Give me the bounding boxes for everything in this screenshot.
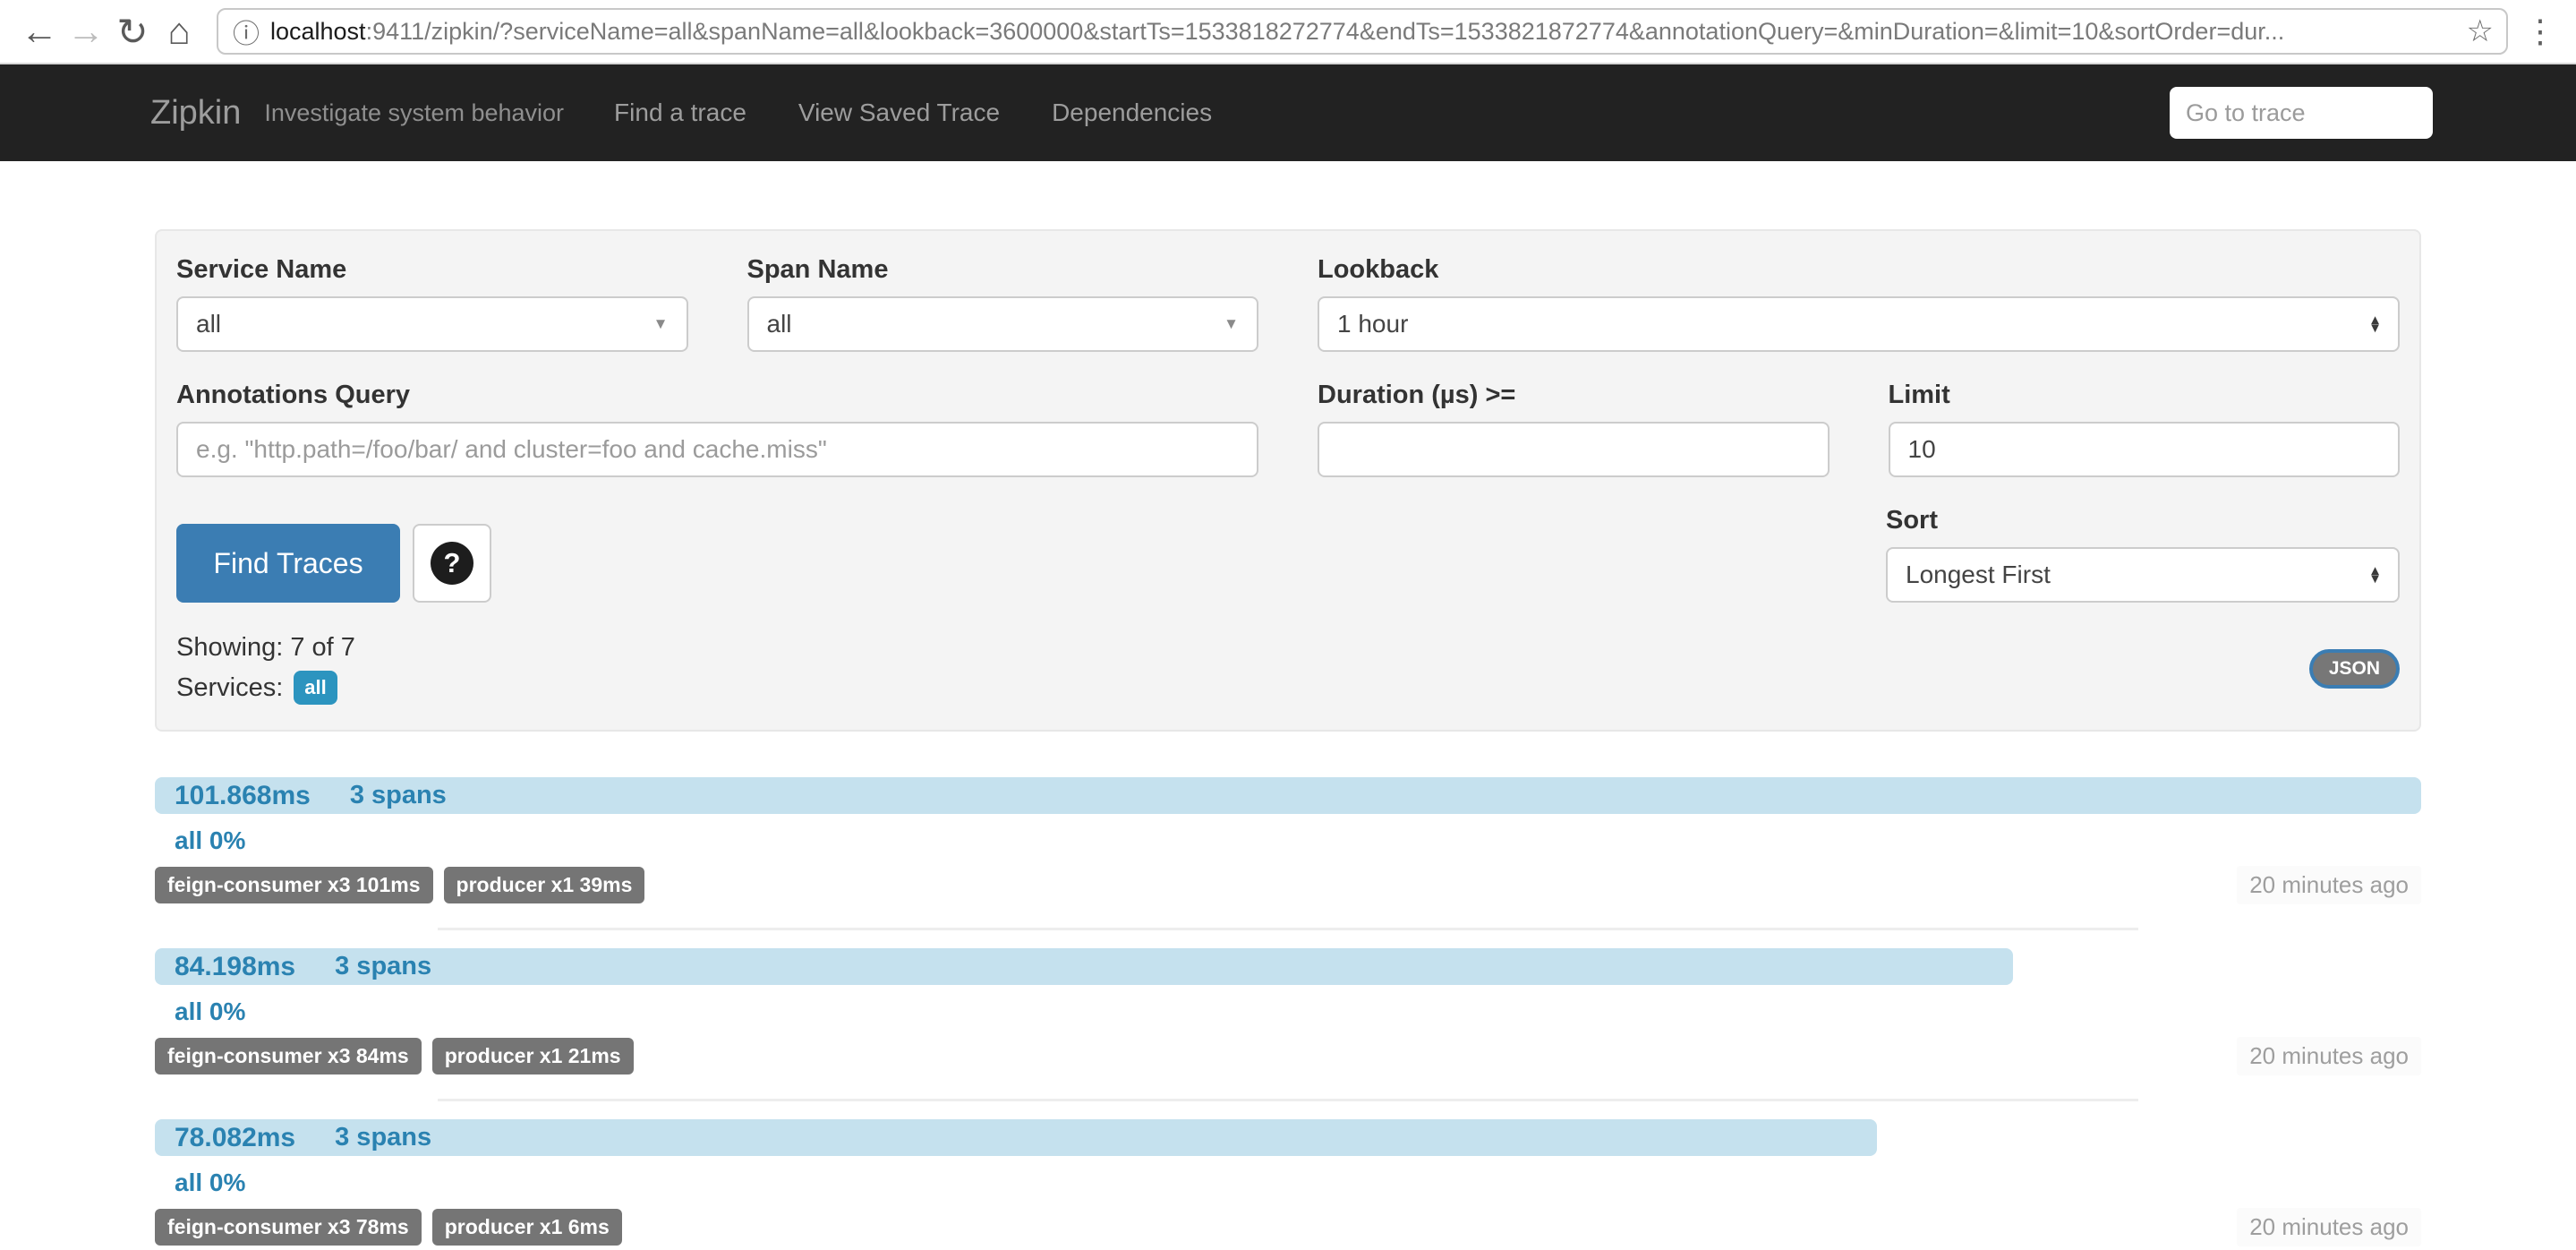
lookback-field: Lookback 1 hour ▲▼ — [1318, 255, 2400, 352]
service-name-value: all — [196, 310, 221, 338]
trace-service-percent: all 0% — [155, 826, 2421, 855]
search-panel: Service Name all ▼ Span Name all ▼ Lookb… — [155, 229, 2421, 732]
address-bar[interactable]: ⓘ localhost:9411/zipkin/?serviceName=all… — [217, 8, 2508, 55]
limit-label: Limit — [1889, 381, 2401, 410]
span-name-select[interactable]: all ▼ — [747, 296, 1259, 352]
site-info-icon[interactable]: ⓘ — [233, 12, 260, 51]
forward-icon[interactable]: → — [63, 10, 109, 53]
trace-duration-bar: 101.868ms 3 spans — [155, 777, 2421, 814]
reload-icon[interactable]: ↻ — [109, 10, 156, 54]
duration-input[interactable] — [1318, 422, 1830, 477]
json-button[interactable]: JSON — [2309, 649, 2400, 689]
trace-span-count: 3 spans — [350, 781, 447, 810]
home-icon[interactable]: ⌂ — [156, 10, 202, 53]
zipkin-brand[interactable]: Zipkin — [150, 94, 241, 133]
trace-duration-bar: 84.198ms 3 spans — [155, 948, 2013, 985]
lookback-select[interactable]: 1 hour ▲▼ — [1318, 296, 2400, 352]
lookback-value: 1 hour — [1337, 310, 1408, 338]
trace-list: 101.868ms 3 spans all 0% feign-consumer … — [155, 759, 2421, 1250]
service-tag: producer x1 39ms — [444, 867, 645, 903]
span-name-label: Span Name — [747, 255, 1259, 285]
select-spinner-icon: ▲▼ — [2368, 316, 2382, 333]
duration-field: Duration (µs) >= — [1318, 352, 1830, 477]
service-name-field: Service Name all ▼ — [176, 255, 688, 352]
zipkin-navbar: Zipkin Investigate system behavior Find … — [0, 64, 2576, 161]
service-tag: feign-consumer x3 84ms — [155, 1038, 422, 1074]
sort-field: Sort Longest First ▲▼ — [1886, 477, 2400, 603]
service-tag: producer x1 21ms — [432, 1038, 634, 1074]
service-tag: producer x1 6ms — [432, 1209, 622, 1246]
service-name-select[interactable]: all ▼ — [176, 296, 688, 352]
trace-row[interactable]: 101.868ms 3 spans all 0% feign-consumer … — [155, 759, 2421, 930]
trace-duration: 78.082ms — [175, 1123, 295, 1153]
nav-dependencies[interactable]: Dependencies — [1052, 98, 1212, 127]
trace-timestamp: 20 minutes ago — [2237, 866, 2421, 904]
select-spinner-icon: ▲▼ — [2368, 567, 2382, 584]
service-tag: feign-consumer x3 78ms — [155, 1209, 422, 1246]
span-name-value: all — [767, 310, 792, 338]
annotations-query-input[interactable] — [176, 422, 1258, 477]
showing-count: Showing: 7 of 7 — [176, 633, 355, 663]
annotations-query-field: Annotations Query — [176, 352, 1258, 477]
limit-field: Limit — [1889, 352, 2401, 477]
annotations-query-label: Annotations Query — [176, 381, 1258, 410]
lookback-label: Lookback — [1318, 255, 2400, 285]
limit-input[interactable] — [1889, 422, 2401, 477]
trace-service-percent: all 0% — [155, 1169, 2421, 1197]
service-tag: feign-consumer x3 101ms — [155, 867, 433, 903]
question-mark-icon: ? — [431, 542, 473, 585]
trace-timestamp: 20 minutes ago — [2237, 1037, 2421, 1075]
go-to-trace-input[interactable] — [2170, 87, 2433, 139]
nav-view-saved-trace[interactable]: View Saved Trace — [798, 98, 1000, 127]
trace-duration: 84.198ms — [175, 952, 295, 982]
trace-duration: 101.868ms — [175, 781, 311, 811]
trace-span-count: 3 spans — [335, 1123, 431, 1152]
browser-toolbar: ← → ↻ ⌂ ⓘ localhost:9411/zipkin/?service… — [0, 0, 2576, 64]
navbar-tagline: Investigate system behavior — [264, 99, 564, 127]
nav-find-a-trace[interactable]: Find a trace — [614, 98, 746, 127]
bookmark-star-icon[interactable]: ☆ — [2467, 13, 2494, 49]
trace-timestamp: 20 minutes ago — [2237, 1208, 2421, 1246]
trace-span-count: 3 spans — [335, 952, 431, 981]
span-name-field: Span Name all ▼ — [747, 255, 1259, 352]
trace-row[interactable]: 78.082ms 3 spans all 0% feign-consumer x… — [155, 1101, 2421, 1250]
chevron-down-icon: ▼ — [653, 315, 669, 333]
chevron-down-icon: ▼ — [1224, 315, 1239, 333]
sort-label: Sort — [1886, 506, 2400, 535]
back-icon[interactable]: ← — [16, 10, 63, 53]
browser-menu-icon[interactable]: ⋮ — [2524, 13, 2558, 50]
trace-row[interactable]: 84.198ms 3 spans all 0% feign-consumer x… — [155, 930, 2421, 1101]
url-path: :9411/zipkin/?serviceName=all&spanName=a… — [366, 18, 2285, 45]
services-label: Services: — [176, 673, 283, 703]
help-button[interactable]: ? — [413, 524, 491, 603]
url-text: localhost:9411/zipkin/?serviceName=all&s… — [270, 18, 2456, 46]
trace-duration-bar: 78.082ms 3 spans — [155, 1119, 1877, 1156]
sort-value: Longest First — [1906, 561, 2051, 589]
service-badge: all — [294, 671, 337, 705]
url-host: localhost — [270, 18, 366, 45]
duration-label: Duration (µs) >= — [1318, 381, 1830, 410]
service-name-label: Service Name — [176, 255, 688, 285]
trace-service-percent: all 0% — [155, 997, 2421, 1026]
find-traces-button[interactable]: Find Traces — [176, 524, 400, 603]
sort-select[interactable]: Longest First ▲▼ — [1886, 547, 2400, 603]
